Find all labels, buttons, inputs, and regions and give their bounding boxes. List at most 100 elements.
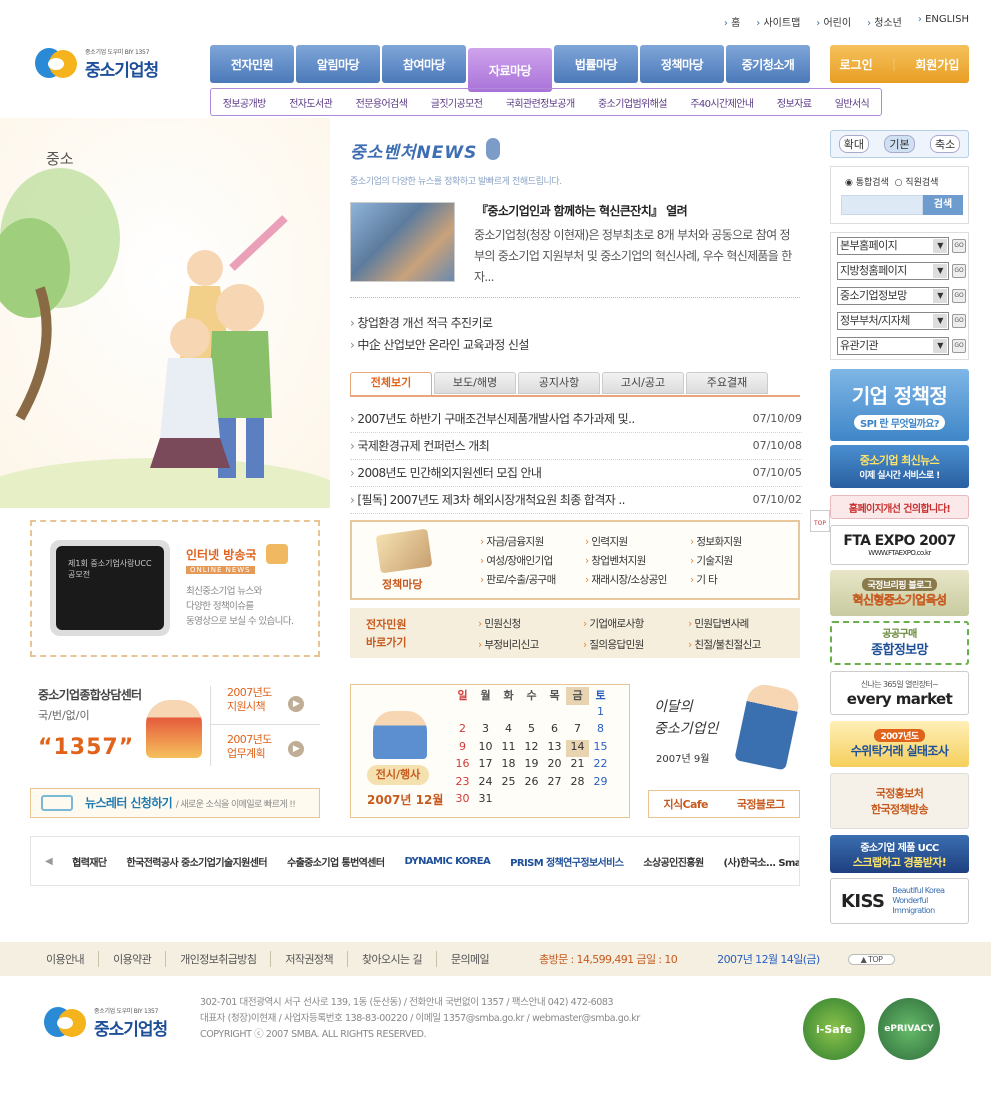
event-button[interactable]: 전시/행사 [367,765,429,785]
fta-expo-banner[interactable]: FTA EXPO 2007 WWW.FTAEXPO.co.kr [830,525,969,565]
table-row[interactable]: 국제환경규제 컨퍼런스 개최 07/10/08 [350,433,802,460]
radio-staff[interactable]: ○ 직원검색 [895,178,939,188]
subnav-item[interactable]: 중소기업범위해설 [598,95,667,110]
calendar-day[interactable]: 23 [451,775,474,793]
briefing-blog-banner[interactable]: 국정브리핑 블로그 혁신형중소기업육성 [830,570,969,616]
footer-link[interactable]: 이용약관 [113,951,167,967]
tab-announcement[interactable]: 고시/공고 [602,372,684,394]
subnav-item[interactable]: 글짓기공모전 [431,95,483,110]
footer-link[interactable]: 이용안내 [46,951,100,967]
calendar-day[interactable]: 30 [451,792,474,810]
util-english-link[interactable]: ENGLISH [918,14,969,29]
calendar-day[interactable]: 11 [497,740,520,758]
eprivacy-seal-icon[interactable]: ePRIVACY [878,998,940,1060]
subnav-item[interactable]: 일반서식 [835,95,870,110]
footer-link[interactable]: 개인정보취급방침 [180,951,272,967]
kiss-banner[interactable]: KISS Beautiful Korea Wonderful Immigrati… [830,878,969,924]
list-item[interactable]: 中企 산업보안 온라인 교육과정 신설 [350,334,800,356]
list-item[interactable]: 창업환경 개선 적극 추진키로 [350,312,800,334]
footer-link[interactable]: 저작권정책 [285,951,348,967]
calendar-day[interactable]: 12 [520,740,543,758]
util-youth-link[interactable]: 청소년 [867,14,902,29]
partner-link[interactable]: (사)한국소... Small Busines [724,854,799,869]
news-headline[interactable]: 『중소기업인과 함께하는 혁신큰잔치』 열려 [476,202,802,219]
radio-integrated[interactable]: ◉ 통합검색 [845,178,889,188]
board-title[interactable]: 2007년도 하반기 구매조건부신제품개발사업 추가과제 및.. [350,406,635,432]
zoom-in-button[interactable]: 확대 [838,135,869,153]
every-market-banner[interactable]: 신나는 365일 열린장터~ every market [830,671,969,715]
tab-all[interactable]: 전체보기 [350,372,432,396]
footer-top-button[interactable]: ▲ TOP [847,953,896,965]
consult-center[interactable]: 중소기업종합상담센터 국/번/없/이 “1357” [38,686,142,760]
policy-link[interactable]: 정보화지원 [690,534,780,549]
nav-policy[interactable]: 정책마당 [640,45,724,83]
spi-banner[interactable]: 기업 정책정 SPI 란 무엇일까요? [830,369,969,441]
nav-notice[interactable]: 알림마당 [296,45,380,83]
calendar-day[interactable]: 17 [474,757,497,775]
util-home-link[interactable]: 홈 [724,14,740,29]
nav-civil[interactable]: 전자민원 [210,45,294,83]
calendar-day[interactable]: 19 [520,757,543,775]
calendar-day[interactable]: 4 [497,722,520,740]
go-button[interactable]: GO [952,339,966,353]
newsletter-button[interactable]: 뉴스레터 신청하기 / 새로운 소식을 이메일로 빠르게 !! [30,788,320,818]
calendar-day[interactable]: 14 [566,739,589,757]
util-sitemap-link[interactable]: 사이트맵 [756,14,800,29]
top-button[interactable]: TOP [810,510,830,532]
man-of-month[interactable]: 이달의 중소기업인 2007년 9월 [648,680,802,771]
policy-link[interactable]: 여성/장애인기업 [480,553,585,568]
join-button[interactable]: 회원가입 [915,56,959,73]
civil-link[interactable]: 기업애로사항 [583,616,688,631]
civil-link[interactable]: 질의응답민원 [583,637,688,652]
calendar-day[interactable]: 29 [589,775,612,793]
calendar-day[interactable]: 9 [451,740,474,758]
public-purchase-banner[interactable]: 공공구매 종합정보망 [830,621,969,665]
civil-link[interactable]: 친절/불친절신고 [688,637,778,652]
calendar-day[interactable]: 18 [497,757,520,775]
calendar-day[interactable]: 16 [451,757,474,775]
news-thumbnail[interactable] [350,202,455,282]
calendar-day[interactable]: 28 [566,775,589,793]
login-button[interactable]: 로그인 [840,56,873,73]
policy-link[interactable]: 판로/수출/공구매 [480,572,585,587]
policy-link[interactable]: 기 타 [690,572,780,587]
calendar-day[interactable]: 20 [543,757,566,775]
table-row[interactable]: 2008년도 민간해외지원센터 모집 안내 07/10/05 [350,460,802,487]
broadcast-title[interactable]: 인터넷 방송국 [186,546,256,563]
table-row[interactable]: [필독] 2007년도 제3차 해외시장개척요원 최종 합격자 .. 07/10/… [350,487,802,514]
policy-link[interactable]: 자금/금융지원 [480,534,585,549]
site-select[interactable]: 중소기업정보망 [837,287,949,305]
civil-link[interactable]: 부정비리신고 [478,637,583,652]
board-title[interactable]: 2008년도 민간해외지원센터 모집 안내 [350,460,542,486]
calendar-day[interactable]: 21 [566,757,589,775]
go-button[interactable]: GO [952,314,966,328]
calendar-day[interactable]: 26 [520,775,543,793]
tv-icon[interactable]: 제1회 중소기업사랑UCC 공모전 [50,540,170,636]
tab-notice[interactable]: 공지사항 [518,372,600,394]
policy-link[interactable]: 인력지원 [585,534,690,549]
civil-link[interactable]: 민원답변사례 [688,616,778,631]
subnav-item[interactable]: 전문용어검색 [356,95,408,110]
util-kids-link[interactable]: 어린이 [816,14,851,29]
partner-link[interactable]: PRISM 정책연구정보서비스 [510,854,624,869]
calendar-day[interactable]: 13 [543,740,566,758]
calendar-day[interactable]: 15 [589,740,612,758]
calendar-day[interactable]: 7 [566,722,589,740]
calendar-day[interactable]: 10 [474,740,497,758]
site-logo[interactable]: 중소기업 도우미 BIY 1357 중소기업청 [35,46,159,82]
rss-banner[interactable]: 중소기업 최신뉴스 이제 실시간 서비스로 ! [830,445,969,488]
partner-link[interactable]: 소상공인진흥원 [643,854,704,869]
calendar-day[interactable]: 25 [497,775,520,793]
search-input[interactable] [841,195,923,215]
subnav-item[interactable]: 주40시간제안내 [690,95,754,110]
site-select[interactable]: 본부홈페이지 [837,237,949,255]
go-button[interactable]: GO [952,264,966,278]
calendar-day[interactable]: 27 [543,775,566,793]
board-title[interactable]: 국제환경규제 컨퍼런스 개최 [350,433,489,459]
board-title[interactable]: [필독] 2007년도 제3차 해외시장개척요원 최종 합격자 .. [350,487,625,513]
suggestion-banner[interactable]: 홈페이지개선 건의합니다! [830,495,969,519]
ucc-banner[interactable]: 중소기업 제품 UCC 스크랩하고 경품받자! [830,835,969,873]
tab-press[interactable]: 보도/해명 [434,372,516,394]
partner-link[interactable]: 협력재단 [72,854,107,869]
site-select[interactable]: 정부부처/지자체 [837,312,949,330]
